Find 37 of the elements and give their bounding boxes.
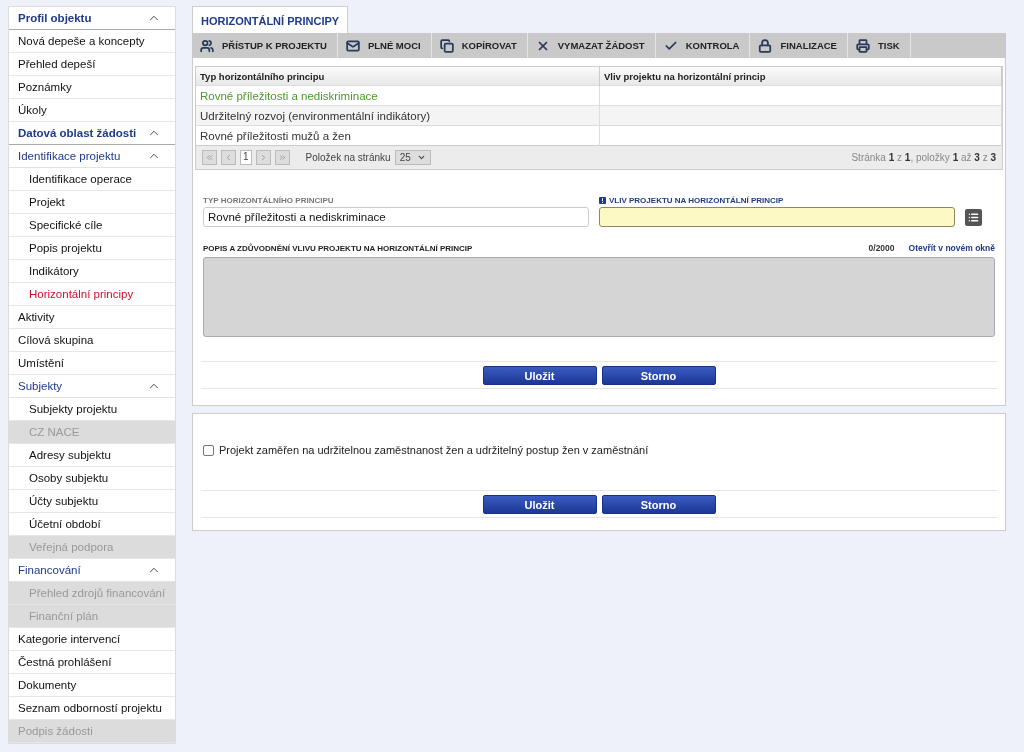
list-icon (968, 212, 979, 223)
save-button[interactable]: Uložit (482, 495, 597, 514)
previous-page-button[interactable] (221, 150, 236, 165)
sidebar-group-header[interactable]: Datová oblast žádosti (9, 122, 175, 145)
lock-icon (758, 38, 773, 53)
save-button[interactable]: Uložit (482, 366, 597, 385)
caret-icon (416, 153, 426, 162)
printer-icon (855, 38, 870, 53)
cancel-button[interactable]: Storno (601, 366, 716, 385)
envelope-icon (345, 38, 360, 53)
first-page-icon (205, 153, 214, 162)
checkbox[interactable] (203, 444, 214, 456)
table-row[interactable]: Udržitelný rozvoj (environmentální indikátory) (196, 105, 1002, 125)
page-number: 1 (240, 150, 252, 165)
page-summary: Stránka 1 z 1, položky 1 až 3 z 3 (851, 152, 996, 163)
chevron-left-icon (224, 153, 233, 162)
next-page-button[interactable] (255, 150, 271, 165)
per-page-select[interactable]: 25 (394, 150, 431, 165)
table-row[interactable]: Rovné příležitosti a nediskriminace (196, 85, 1002, 105)
field-label: VLIV PROJEKTU NA HORIZONTÁLNÍ PRINCIP (609, 196, 784, 205)
users-icon (200, 38, 214, 53)
cancel-button[interactable]: Storno (601, 495, 716, 514)
field-label: TYP HORIZONTÁLNÍHO PRINCIPU (203, 196, 334, 205)
checkbox-label: Projekt zaměřen na udržitelnou zaměstnanost žen a udržitelný postup žen v zaměstnání (219, 444, 649, 456)
field-label: POPIS A ZDŮVODNĚNÍ VLIVU PROJEKTU NA HORIZONTÁLNÍ PRINCIP (203, 243, 473, 253)
last-page-icon (277, 153, 287, 162)
input-field[interactable]: Rovné příležitosti a nediskriminace (203, 207, 589, 227)
per-page-label: Položek na stránku (305, 152, 391, 163)
last-page-button[interactable] (274, 150, 290, 165)
tab[interactable]: HORIZONTÁLNÍ PRINCIPY (192, 6, 349, 33)
table-row[interactable]: Rovné příležitosti mužů a žen (196, 125, 1002, 145)
list-button[interactable] (965, 209, 982, 226)
open-link[interactable]: Otevřít v novém okně (908, 243, 995, 253)
copy-icon (439, 38, 454, 53)
first-page-button[interactable] (202, 150, 217, 165)
character-counter: 0/2000 (868, 243, 895, 253)
input-field[interactable] (599, 207, 955, 227)
